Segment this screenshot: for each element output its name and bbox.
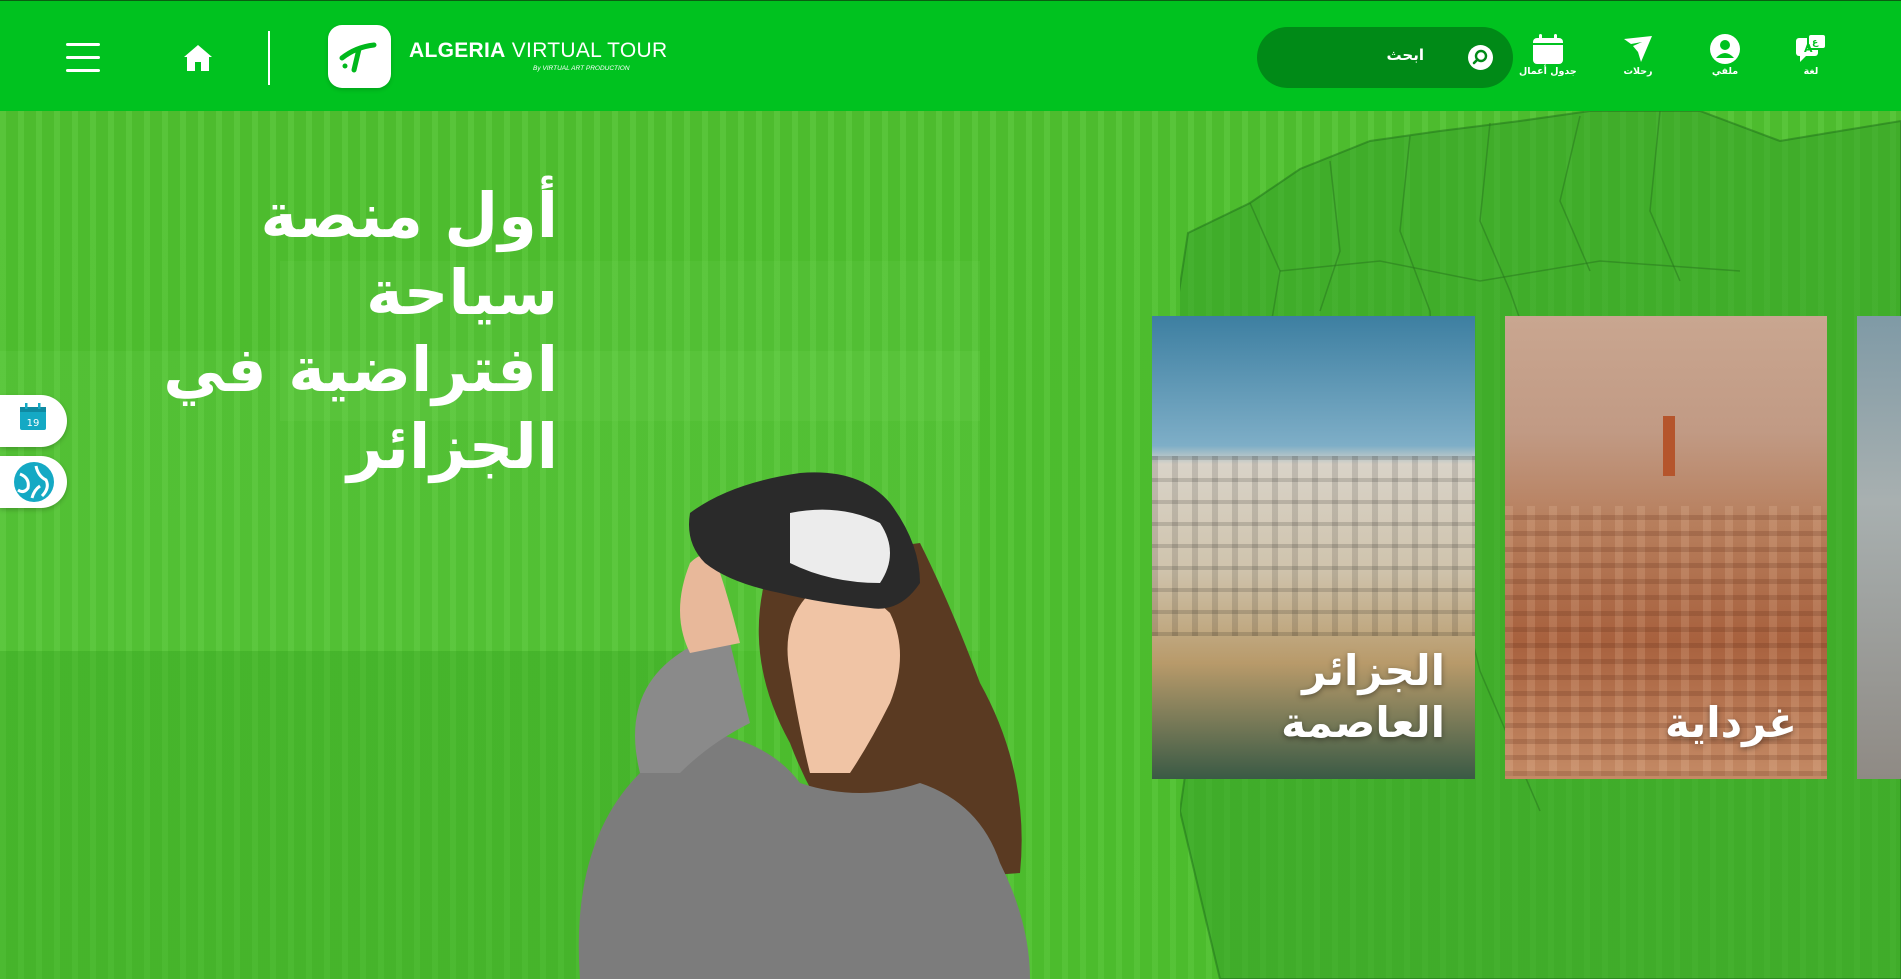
calendar-day-number: 19 <box>27 418 40 429</box>
globe-icon <box>14 462 54 502</box>
destination-label-ghardaia: غرداية <box>1665 697 1797 749</box>
ghardaia-label-line-1: غرداية <box>1664 698 1797 747</box>
calendar-day-icon: 19 <box>20 403 46 430</box>
nav-trips-label: رحلات <box>1623 66 1653 77</box>
brand-title[interactable]: ALGERIA VIRTUAL TOUR <box>409 39 667 63</box>
vr-woman-image <box>578 472 1030 979</box>
logo-icon[interactable] <box>328 25 391 88</box>
hero-title-line-2: سياحة <box>366 256 558 329</box>
side-calendar-button[interactable]: 19 <box>0 395 67 447</box>
calendar-icon <box>1532 34 1563 64</box>
top-header: ALGERIA VIRTUAL TOUR By VIRTUAL ART PROD… <box>0 0 1901 111</box>
search-icon[interactable] <box>1468 45 1493 70</box>
nav-trips[interactable]: رحلات <box>1622 33 1654 77</box>
nav-language-label: لغة <box>1803 66 1819 77</box>
hero-title-line-4: الجزائر <box>347 410 558 483</box>
brand-subtitle: By VIRTUAL ART PRODUCTION <box>533 65 630 72</box>
brand-rest: VIRTUAL TOUR <box>511 39 668 62</box>
next-destination-photo <box>1857 316 1901 779</box>
search-label: ابحث <box>1386 46 1424 64</box>
hero-section: أول منصة سياحة افتراضية في الجزائر 19 ال… <box>0 111 1901 979</box>
hero-title-line-1: أول منصة <box>260 179 558 252</box>
nav-language[interactable]: A ع لغة <box>1794 33 1828 77</box>
destination-card-ghardaia[interactable]: غرداية <box>1505 316 1827 779</box>
destination-card-algiers[interactable]: الجزائر العاصمة <box>1152 316 1475 779</box>
algiers-label-line-1: الجزائر <box>1302 646 1445 695</box>
menu-icon[interactable] <box>66 43 100 73</box>
hero-title: أول منصة سياحة افتراضية في الجزائر <box>138 177 558 485</box>
side-globe-button[interactable] <box>0 456 67 508</box>
plane-icon <box>1624 36 1652 62</box>
hero-title-line-3: افتراضية في <box>163 333 558 406</box>
brand-bold: ALGERIA <box>409 39 506 62</box>
algiers-building-windows <box>1152 456 1475 636</box>
destination-card-next[interactable] <box>1857 316 1901 779</box>
user-icon <box>1710 34 1740 64</box>
language-icon: A ع <box>1796 33 1827 62</box>
svg-text:ع: ع <box>1812 38 1819 48</box>
ghardaia-minaret <box>1663 416 1675 476</box>
home-icon[interactable] <box>182 43 214 73</box>
nav-profile[interactable]: ملفي <box>1709 33 1741 77</box>
nav-profile-label: ملفي <box>1711 66 1739 77</box>
algiers-label-line-2: العاصمة <box>1281 698 1445 747</box>
header-divider <box>268 31 270 85</box>
nav-agenda-label: جدول أعمال <box>1519 66 1577 77</box>
nav-agenda[interactable]: جدول أعمال <box>1519 33 1577 77</box>
destination-label-algiers: الجزائر العاصمة <box>1281 645 1445 749</box>
